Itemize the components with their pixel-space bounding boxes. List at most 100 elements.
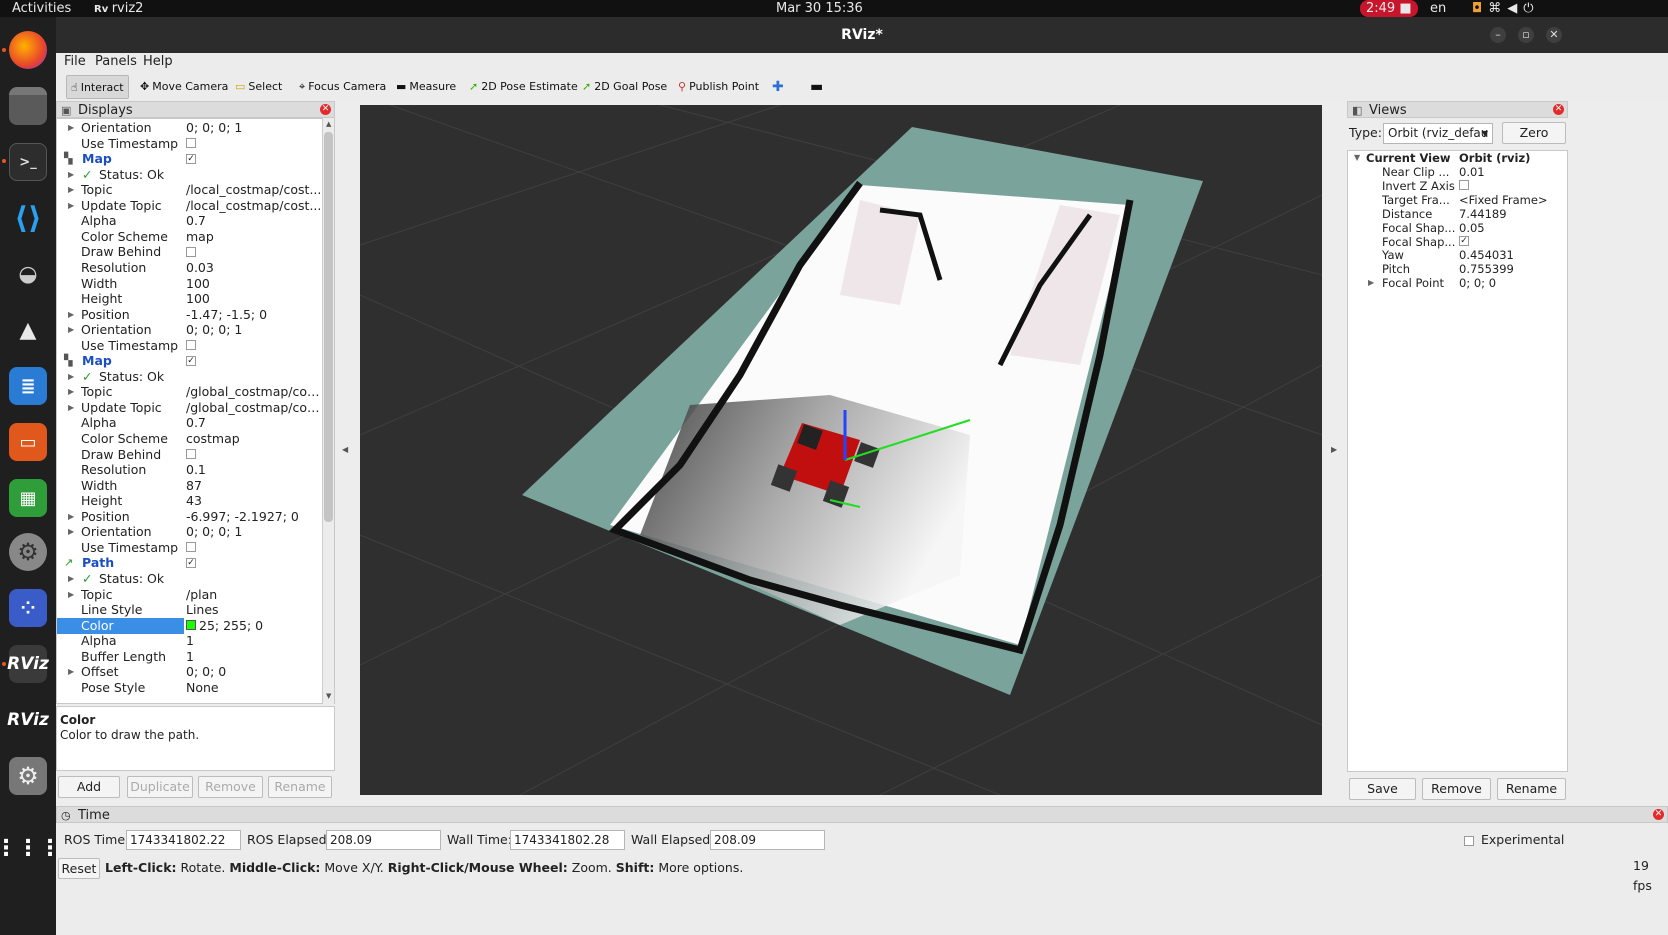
view-property-value[interactable]: 0.05 [1459,221,1485,235]
displays-scrollbar[interactable]: ▲ ▼ [322,118,334,704]
current-view-row[interactable]: ▼ Current View Orbit (rviz) [1348,151,1567,165]
property-checkbox[interactable] [186,447,322,463]
minimize-icon[interactable]: – [1490,27,1506,43]
property-row-draw-behind[interactable]: Draw Behind [57,447,323,463]
interact-tool-button[interactable]: ☝ Interact [66,75,129,99]
select-tool-button[interactable]: ▭ Select [231,75,286,99]
displays-tree[interactable]: ▶ Orientation 0; 0; 0; 1 Use Timestamp ▚ Map ✓… [56,118,335,704]
property-value[interactable]: /global_costmap/cost... [186,384,322,400]
collapse-left-icon[interactable]: ◀ [342,445,348,454]
settings-app-icon[interactable]: ⚙ [9,533,47,571]
clock[interactable]: Mar 30 15:36 [776,0,863,17]
property-row-use-timestamp[interactable]: Use Timestamp [57,540,323,556]
property-value[interactable]: -6.997; -2.1927; 0 [186,509,322,525]
property-row-orientation[interactable]: ▶ Orientation 0; 0; 0; 1 [57,322,323,338]
view-property-value[interactable]: 0; 0; 0 [1459,276,1496,290]
maximize-icon[interactable]: ▫ [1518,27,1534,43]
property-row-orientation[interactable]: ▶ Orientation 0; 0; 0; 1 [57,524,323,540]
view-property-row[interactable]: Distance 7.44189 [1348,207,1567,221]
menu-help[interactable]: Help [143,54,173,69]
focus-camera-tool-button[interactable]: ⌖ Focus Camera [295,75,390,99]
view-property-value[interactable]: 0.01 [1459,165,1485,179]
property-value[interactable]: 100 [186,276,322,292]
add-display-button[interactable]: Add [58,776,120,798]
property-value[interactable]: 0.7 [186,415,322,431]
property-row-update-topic[interactable]: ▶ Update Topic/local_costmap/cost... [57,198,323,214]
expand-arrow-icon[interactable]: ▶ [68,322,74,338]
property-row-draw-behind[interactable]: Draw Behind [57,244,323,260]
expand-arrow-icon[interactable]: ▶ [68,571,74,587]
writer-icon[interactable]: ≣ [9,367,47,405]
view-property-row[interactable]: Yaw 0.454031 [1348,248,1567,262]
rviz-icon[interactable]: RViz [7,645,49,683]
close-panel-icon[interactable]: ✕ [1653,809,1664,820]
view-property-row[interactable]: Target Fra... <Fixed Frame> [1348,193,1567,207]
add-tool-icon[interactable]: ✚ [768,75,788,99]
property-value[interactable]: 0; 0; 0 [186,664,322,680]
property-value[interactable]: 100 [186,291,322,307]
close-panel-icon[interactable]: ✕ [320,104,331,115]
property-value[interactable]: 0.1 [186,462,322,478]
property-row-color-scheme[interactable]: Color Scheme costmap [57,431,323,447]
property-row-status-ok[interactable]: ▶ ✓ Status: Ok [57,369,323,385]
goal-pose-tool-button[interactable]: ➚ 2D Goal Pose [578,75,671,99]
ros-time-field[interactable]: 1743341802.22 [126,830,241,850]
view-property-row[interactable]: ▶ Focal Point 0; 0; 0 [1348,276,1567,290]
view-property-row[interactable]: Focal Shap... ✓ [1348,235,1567,249]
expand-arrow-icon[interactable]: ▶ [68,400,74,416]
app-grid-launcher-icon[interactable]: ⁘ [9,589,47,627]
property-value[interactable]: -1.47; -1.5; 0 [186,307,322,323]
rviz-icon-2[interactable]: RViz [7,701,49,739]
property-row-height[interactable]: Height 100 [57,291,323,307]
view-property-value[interactable]: 7.44189 [1459,207,1507,221]
view-property-checkbox[interactable]: ✓ [1459,235,1469,249]
impress-icon[interactable]: ▭ [9,423,47,461]
view-property-value[interactable]: 0.755399 [1459,262,1514,276]
property-value[interactable]: 0.7 [186,213,322,229]
view-property-value[interactable]: 0.454031 [1459,248,1514,262]
expand-arrow-icon[interactable]: ▶ [68,369,74,385]
expand-arrow-icon[interactable]: ▶ [68,664,74,680]
expand-arrow-icon[interactable]: ▶ [68,384,74,400]
ros-elapsed-field[interactable]: 208.09 [326,830,441,850]
experimental-checkbox[interactable] [1464,834,1474,849]
calc-icon[interactable]: ▦ [9,479,47,517]
remove-tool-icon[interactable]: ▬ [806,75,827,99]
property-row-resolution[interactable]: Resolution 0.1 [57,462,323,478]
expand-arrow-icon[interactable]: ▶ [68,182,74,198]
rename-view-button[interactable]: Rename [1497,778,1566,800]
firefox-icon[interactable] [9,31,47,69]
zero-button[interactable]: Zero [1502,122,1566,144]
property-row-pose-style[interactable]: Pose Style None [57,680,323,696]
gimp-icon[interactable]: ◒ [9,255,47,293]
expand-arrow-icon[interactable]: ▶ [68,509,74,525]
property-value[interactable]: 0; 0; 0; 1 [186,524,322,540]
property-row-orientation[interactable]: ▶ Orientation 0; 0; 0; 1 [57,120,323,136]
expand-arrow-icon[interactable]: ▶ [68,524,74,540]
property-row-position[interactable]: ▶ Position -6.997; -2.1927; 0 [57,509,323,525]
expand-arrow-icon[interactable]: ▶ [68,167,74,183]
rename-display-button[interactable]: Rename [268,776,332,798]
view-property-checkbox[interactable] [1459,179,1469,193]
reset-button[interactable]: Reset [58,858,100,879]
files-icon[interactable] [9,87,47,125]
remove-view-button[interactable]: Remove [1422,778,1491,800]
property-row-color-scheme[interactable]: Color Scheme map [57,229,323,245]
property-value[interactable]: 0.03 [186,260,322,276]
property-value[interactable]: 43 [186,493,322,509]
view-property-value[interactable]: <Fixed Frame> [1459,193,1548,207]
publish-point-tool-button[interactable]: ⚲ Publish Point [674,75,763,99]
property-row-alpha[interactable]: Alpha 1 [57,633,323,649]
vscode-icon[interactable]: ⟨⟩ [9,199,47,237]
property-row-position[interactable]: ▶ Position -1.47; -1.5; 0 [57,307,323,323]
property-value[interactable]: 1 [186,633,322,649]
remove-display-button[interactable]: Remove [198,776,263,798]
inkscape-icon[interactable]: ▲ [9,311,47,349]
property-value[interactable]: Lines [186,602,322,618]
move-camera-tool-button[interactable]: ✥ Move Camera [136,75,232,99]
property-checkbox[interactable] [186,540,322,556]
property-row-width[interactable]: Width 100 [57,276,323,292]
property-value[interactable]: /local_costmap/cost... [186,198,322,214]
property-row-update-topic[interactable]: ▶ Update Topic/global_costmap/cost... [57,400,323,416]
pose-estimate-tool-button[interactable]: ➚ 2D Pose Estimate [465,75,582,99]
